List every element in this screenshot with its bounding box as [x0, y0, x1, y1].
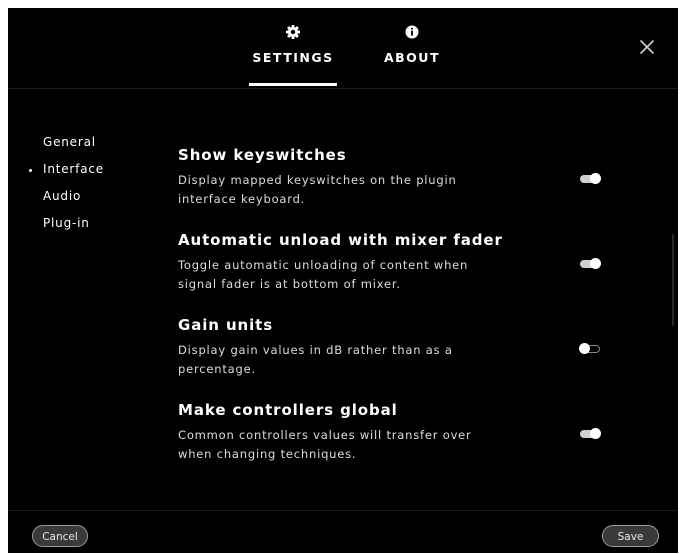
sidebar-item-label: Plug-in — [43, 216, 90, 230]
setting-description: Toggle automatic unloading of content wh… — [178, 256, 488, 294]
tab-about-label: ABOUT — [383, 50, 440, 65]
toggle-knob — [590, 173, 601, 184]
selected-bullet-icon — [29, 169, 32, 172]
sidebar-item-interface[interactable]: Interface — [8, 160, 168, 187]
gain-units-toggle[interactable] — [579, 343, 600, 354]
setting-description: Display gain values in dB rather than as… — [178, 341, 488, 379]
sidebar-item-general[interactable]: General — [8, 133, 168, 160]
setting-description-line: Display gain values in dB rather than as… — [178, 343, 453, 357]
tab-bar: SETTINGS ABOUT — [8, 8, 678, 89]
setting-description: Display mapped keyswitches on the plugin… — [178, 171, 488, 209]
setting-make-controllers-global: Make controllers global Common controlle… — [178, 400, 648, 464]
setting-description-line: Common controllers values will transfer … — [178, 428, 472, 442]
setting-title: Make controllers global — [178, 401, 398, 419]
tab-settings-label: SETTINGS — [252, 50, 334, 65]
toggle-knob — [590, 258, 601, 269]
tab-settings[interactable]: SETTINGS — [249, 24, 337, 65]
setting-description-line: Toggle automatic unloading of content wh… — [178, 258, 469, 272]
setting-title: Automatic unload with mixer fader — [178, 231, 503, 249]
gear-icon — [286, 25, 300, 39]
setting-description-line: Display mapped keyswitches on the plugin — [178, 173, 457, 187]
setting-description-line: signal fader is at bottom of mixer. — [178, 277, 401, 291]
dialog-footer: Cancel Save — [8, 510, 678, 554]
setting-automatic-unload: Automatic unload with mixer fader Toggle… — [178, 230, 648, 294]
setting-gain-units: Gain units Display gain values in dB rat… — [178, 315, 648, 379]
tab-about[interactable]: ABOUT — [374, 24, 450, 65]
sidebar-item-audio[interactable]: Audio — [8, 187, 168, 214]
setting-description-line: interface keyboard. — [178, 192, 306, 206]
toggle-knob — [590, 428, 601, 439]
info-icon — [405, 25, 419, 39]
setting-description-line: when changing techniques. — [178, 447, 357, 461]
sidebar-item-plug-in[interactable]: Plug-in — [8, 214, 168, 241]
sidebar-item-label: Audio — [43, 189, 82, 203]
save-button[interactable]: Save — [602, 525, 659, 547]
setting-show-keyswitches: Show keyswitches Display mapped keyswitc… — [178, 145, 648, 209]
cancel-button[interactable]: Cancel — [32, 525, 88, 547]
setting-description-line: percentage. — [178, 362, 256, 376]
setting-description: Common controllers values will transfer … — [178, 426, 488, 464]
setting-title: Show keyswitches — [178, 146, 347, 164]
active-tab-indicator — [249, 83, 337, 86]
scrollbar[interactable] — [672, 234, 674, 326]
make-controllers-global-toggle[interactable] — [580, 428, 601, 439]
settings-sidebar: General Interface Audio Plug-in — [8, 133, 168, 241]
settings-window: SETTINGS ABOUT General Interface Audio P… — [8, 8, 678, 553]
show-keyswitches-toggle[interactable] — [580, 173, 601, 184]
sidebar-item-label: Interface — [43, 162, 104, 176]
sidebar-item-label: General — [43, 135, 96, 149]
close-icon[interactable] — [636, 36, 658, 58]
toggle-knob — [579, 343, 590, 354]
setting-title: Gain units — [178, 316, 274, 334]
automatic-unload-toggle[interactable] — [580, 258, 601, 269]
